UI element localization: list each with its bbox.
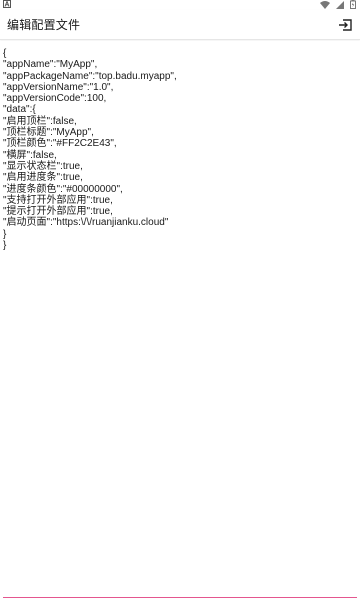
save-exit-icon bbox=[339, 19, 352, 31]
page-title: 编辑配置文件 bbox=[7, 18, 81, 32]
wifi-icon bbox=[320, 0, 330, 9]
status-bar bbox=[0, 0, 360, 10]
editor-line: } bbox=[3, 240, 7, 252]
editor-line: "appVersionName":"1.0", bbox=[3, 81, 114, 93]
battery-icon bbox=[350, 0, 356, 9]
editor-line: "启用顶栏":false, bbox=[3, 115, 77, 127]
screen: 编辑配置文件 {"appName":"MyApp", "appPackageNam… bbox=[0, 0, 360, 600]
status-icons bbox=[320, 0, 356, 9]
editor-line: { bbox=[3, 48, 7, 59]
editor-line: "启用进度条":true, bbox=[3, 172, 83, 184]
editor-line: "支持打开外部应用":true, bbox=[3, 194, 113, 206]
editor-line: } bbox=[3, 228, 7, 240]
editor-line: "启动页面":"https:\/\/ruanjianku.cloud" bbox=[3, 217, 169, 229]
editor-line: "提示打开外部应用":true, bbox=[3, 206, 113, 218]
notification-a-icon bbox=[3, 0, 11, 8]
editor-line: "顶栏颜色":"#FF2C2E43", bbox=[3, 138, 117, 150]
editor-line: "data":{ bbox=[3, 104, 36, 116]
editor-line: "顶栏标题":"MyApp", bbox=[3, 127, 94, 139]
app-bar: 编辑配置文件 bbox=[0, 10, 360, 40]
editor-line: "appPackageName":"top.badu.myapp", bbox=[3, 70, 177, 82]
signal-icon bbox=[336, 0, 344, 9]
config-editor[interactable]: {"appName":"MyApp", "appPackageName":"top… bbox=[0, 41, 360, 595]
editor-line: "横屏":false, bbox=[3, 149, 57, 161]
editor-line: "appName":"MyApp", bbox=[3, 59, 98, 71]
save-exit-button[interactable] bbox=[336, 16, 354, 34]
editor-line: "进度条颜色":"#00000000", bbox=[3, 183, 123, 195]
config-text[interactable]: {"appName":"MyApp", "appPackageName":"top… bbox=[3, 48, 355, 251]
editor-line: "显示状态栏":true, bbox=[3, 160, 83, 172]
editor-line: "appVersionCode":100, bbox=[3, 93, 107, 105]
editor-focus-underline bbox=[3, 597, 357, 598]
